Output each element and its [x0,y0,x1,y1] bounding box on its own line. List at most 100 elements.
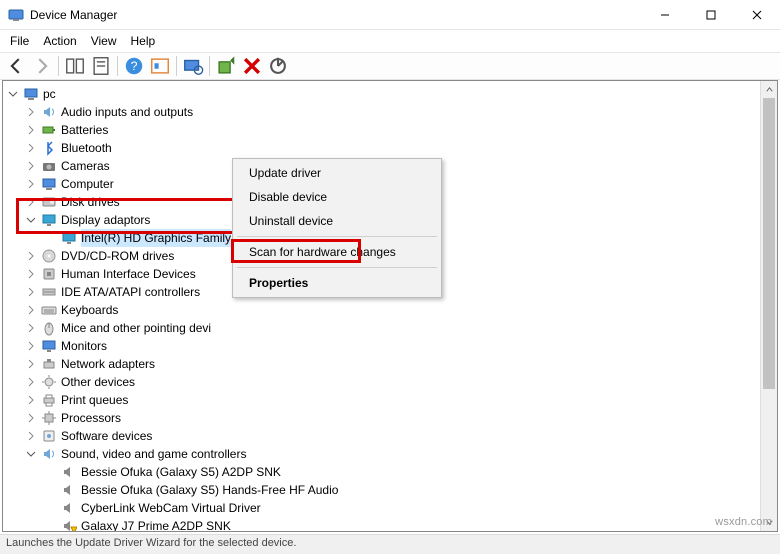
expand-icon[interactable] [25,268,37,280]
tree-item[interactable]: Bluetooth [5,139,775,157]
tree-item[interactable]: Other devices [5,373,775,391]
computer-icon [41,176,57,192]
vertical-scrollbar[interactable] [760,81,777,531]
menu-action[interactable]: Action [43,34,76,48]
expand-icon[interactable] [25,250,37,262]
tree-item[interactable]: Mice and other pointing devi [5,319,775,337]
tree-item[interactable]: Processors [5,409,775,427]
window-title: Device Manager [30,8,642,22]
app-icon [8,7,24,23]
minimize-button[interactable] [642,0,688,30]
expand-icon[interactable] [25,196,37,208]
tree-item-label: Bessie Ofuka (Galaxy S5) Hands-Free HF A… [81,481,338,499]
back-button[interactable] [4,54,28,78]
cpu-icon [41,410,57,426]
expand-icon[interactable] [25,376,37,388]
menu-view[interactable]: View [91,34,117,48]
menu-file[interactable]: File [10,34,29,48]
separator [176,56,177,76]
battery-icon [41,122,57,138]
options-button[interactable] [148,54,172,78]
menu-help[interactable]: Help [131,34,156,48]
tree-item-label: Bluetooth [61,139,112,157]
watermark: wsxdn.com [715,516,772,528]
speaker-icon [61,482,77,498]
expand-icon[interactable] [25,106,37,118]
expand-icon[interactable] [25,286,37,298]
svg-text:?: ? [131,59,138,73]
expand-icon[interactable] [25,322,37,334]
expand-icon[interactable] [25,160,37,172]
tree-item-label: DVD/CD-ROM drives [61,247,174,265]
scroll-up-button[interactable] [761,81,777,98]
other-device-icon [41,374,57,390]
separator [237,236,437,237]
tree-item-label: CyberLink WebCam Virtual Driver [81,499,261,517]
tree-item-label: Bessie Ofuka (Galaxy S5) A2DP SNK [81,463,281,481]
device-tree-pane: pc Audio inputs and outputs Batteries Bl… [2,80,778,532]
speaker-icon [61,500,77,516]
expand-icon[interactable] [25,394,37,406]
collapse-icon[interactable] [25,214,37,226]
tree-item-sound-controllers[interactable]: Sound, video and game controllers [5,445,775,463]
expand-icon[interactable] [25,358,37,370]
expand-icon[interactable] [25,412,37,424]
tree-item-label: Disk drives [61,193,120,211]
tree-item[interactable]: Network adapters [5,355,775,373]
expand-icon[interactable] [25,124,37,136]
tree-root[interactable]: pc [5,85,775,103]
scan-hardware-button[interactable] [181,54,205,78]
tree-item[interactable]: Galaxy J7 Prime A2DP SNK [5,517,775,532]
expand-icon[interactable] [25,430,37,442]
expand-icon[interactable] [25,340,37,352]
software-device-icon [41,428,57,444]
tree-item-label: Cameras [61,157,110,175]
maximize-button[interactable] [688,0,734,30]
speaker-warning-icon [61,518,77,532]
tree-item[interactable]: Audio inputs and outputs [5,103,775,121]
expand-icon[interactable] [25,304,37,316]
ctx-update-driver[interactable]: Update driver [235,161,439,185]
ctx-scan-hardware[interactable]: Scan for hardware changes [235,240,439,264]
ctx-disable-device[interactable]: Disable device [235,185,439,209]
network-icon [41,356,57,372]
display-icon [41,212,57,228]
separator [237,267,437,268]
tree-item[interactable]: Keyboards [5,301,775,319]
properties-button[interactable] [89,54,113,78]
disable-button[interactable] [266,54,290,78]
tree-item[interactable]: Print queues [5,391,775,409]
collapse-icon[interactable] [7,88,19,100]
close-button[interactable] [734,0,780,30]
tree-item-label: Software devices [61,427,152,445]
separator [209,56,210,76]
computer-icon [23,86,39,102]
tree-item[interactable]: Software devices [5,427,775,445]
tree-item-label: Audio inputs and outputs [61,103,193,121]
tree-item[interactable]: Bessie Ofuka (Galaxy S5) A2DP SNK [5,463,775,481]
ctx-properties[interactable]: Properties [235,271,439,295]
tree-item-label: Intel(R) HD Graphics Family [81,229,231,247]
help-button[interactable]: ? [122,54,146,78]
tree-item-label: Human Interface Devices [61,265,196,283]
tree-item[interactable]: Bessie Ofuka (Galaxy S5) Hands-Free HF A… [5,481,775,499]
device-tree[interactable]: pc Audio inputs and outputs Batteries Bl… [3,81,777,532]
tree-item-label: Network adapters [61,355,155,373]
speaker-icon [41,104,57,120]
update-driver-button[interactable] [214,54,238,78]
tree-item-label: Batteries [61,121,108,139]
scroll-thumb[interactable] [763,98,775,389]
scroll-track[interactable] [761,98,777,514]
collapse-icon[interactable] [25,448,37,460]
dvd-icon [41,248,57,264]
tree-item[interactable]: Batteries [5,121,775,139]
forward-button[interactable] [30,54,54,78]
ctx-uninstall-device[interactable]: Uninstall device [235,209,439,233]
uninstall-button[interactable] [240,54,264,78]
tree-item[interactable]: Monitors [5,337,775,355]
tree-item-label: Other devices [61,373,135,391]
expand-icon[interactable] [25,178,37,190]
expand-icon[interactable] [25,142,37,154]
tree-item[interactable]: CyberLink WebCam Virtual Driver [5,499,775,517]
show-hide-console-button[interactable] [63,54,87,78]
